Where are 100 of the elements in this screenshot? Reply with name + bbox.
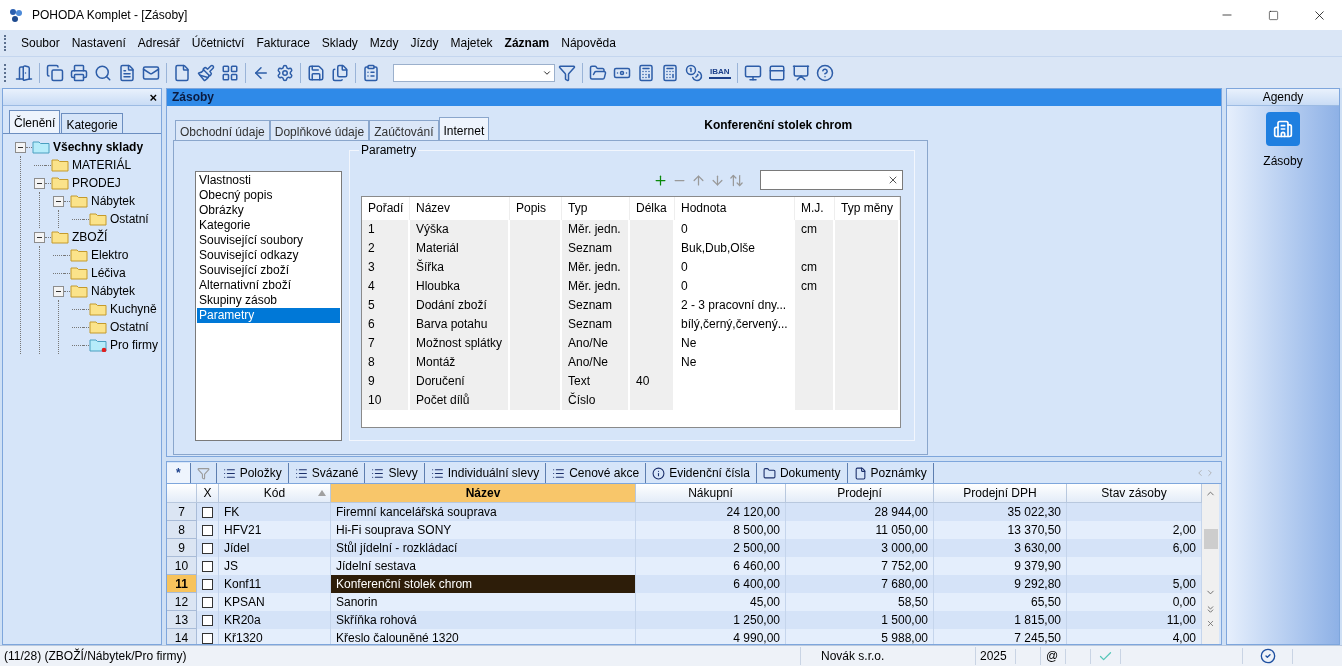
brush-icon[interactable] xyxy=(197,63,215,82)
add-icon[interactable] xyxy=(653,172,668,188)
agenda-label[interactable]: Zásoby xyxy=(1263,152,1303,170)
section-item[interactable]: Kategorie xyxy=(197,218,340,233)
calculator-icon[interactable] xyxy=(661,63,679,82)
detail-tab[interactable]: Obchodní údaje xyxy=(175,120,270,140)
tree-item[interactable]: Nábytek xyxy=(91,192,136,210)
row-number[interactable]: 11 xyxy=(167,575,197,593)
panel-tab[interactable]: Kategorie xyxy=(61,113,123,133)
menu-item[interactable]: Sklady xyxy=(315,34,364,52)
section-item[interactable]: Související soubory xyxy=(197,233,340,248)
gear-icon[interactable] xyxy=(276,63,294,82)
screen-icon[interactable] xyxy=(791,63,810,82)
row-number[interactable]: 13 xyxy=(167,611,197,629)
section-item[interactable]: Vlastnosti xyxy=(197,173,340,188)
grid-tab[interactable]: * xyxy=(167,463,191,483)
section-item[interactable]: Skupiny zásob xyxy=(197,293,340,308)
tree-item[interactable]: Elektro xyxy=(91,246,129,264)
menu-item[interactable]: Nápověda xyxy=(555,34,622,52)
menu-item[interactable]: Majetek xyxy=(444,34,499,52)
save-icon[interactable] xyxy=(307,63,325,82)
row-checkbox[interactable] xyxy=(202,506,213,518)
scroll-end-icon[interactable] xyxy=(1205,604,1216,615)
panel-close-button[interactable]: × xyxy=(149,90,157,104)
row-checkbox[interactable] xyxy=(202,614,213,626)
menu-item[interactable]: Mzdy xyxy=(363,34,405,52)
row-number[interactable]: 10 xyxy=(167,557,197,575)
expand-toggle[interactable] xyxy=(34,231,45,243)
tree-item[interactable]: Ostatní xyxy=(110,318,149,336)
expand-toggle[interactable] xyxy=(53,285,64,297)
filter-field[interactable] xyxy=(760,170,903,190)
row-checkbox[interactable] xyxy=(202,524,213,536)
tree-item[interactable]: Všechny sklady xyxy=(53,138,144,156)
section-item[interactable]: Související odkazy xyxy=(197,248,340,263)
row-number[interactable]: 12 xyxy=(167,593,197,611)
section-item[interactable]: Obrázky xyxy=(197,203,340,218)
filter-icon[interactable] xyxy=(558,63,576,82)
clipboard-icon[interactable] xyxy=(362,63,380,82)
pages-icon[interactable] xyxy=(331,63,349,82)
menu-item[interactable]: Jízdy xyxy=(404,34,445,52)
tree-item[interactable]: Nábytek xyxy=(91,282,136,300)
window-icon[interactable] xyxy=(767,63,786,82)
help-icon[interactable] xyxy=(815,63,834,82)
tree-item[interactable]: Ostatní xyxy=(110,210,149,228)
check-circle-icon[interactable] xyxy=(1259,648,1276,664)
expand-toggle[interactable] xyxy=(34,177,45,189)
column-header[interactable]: Nákupní xyxy=(636,484,786,503)
column-header[interactable]: Stav zásoby xyxy=(1067,484,1202,503)
column-header[interactable]: Prodejní DPH xyxy=(934,484,1067,503)
row-checkbox[interactable] xyxy=(202,542,213,554)
menu-item[interactable]: Adresář xyxy=(131,34,186,52)
expand-toggle[interactable] xyxy=(15,141,26,153)
folder-icon[interactable] xyxy=(589,63,607,82)
door-icon[interactable] xyxy=(15,63,33,82)
detail-tab[interactable]: Doplňkové údaje xyxy=(269,120,370,140)
calculator-icon[interactable] xyxy=(637,63,655,82)
row-number[interactable]: 9 xyxy=(167,539,197,557)
tree-item[interactable]: PRODEJ xyxy=(72,174,121,192)
monitor-icon[interactable] xyxy=(743,63,762,82)
tree-item[interactable]: MATERIÁL xyxy=(72,156,132,174)
section-item[interactable]: Obecný popis xyxy=(197,188,340,203)
clear-icon[interactable] xyxy=(887,174,899,186)
row-number[interactable]: 7 xyxy=(167,503,197,521)
row-number[interactable]: 8 xyxy=(167,521,197,539)
new-page-icon[interactable] xyxy=(173,63,191,82)
column-header[interactable]: Název xyxy=(331,484,636,503)
expand-toggle[interactable] xyxy=(53,195,64,207)
panel-tab[interactable]: Členění xyxy=(9,110,61,133)
tree-item[interactable]: Kuchyně xyxy=(110,300,157,318)
row-checkbox[interactable] xyxy=(202,560,213,572)
scrollbar[interactable] xyxy=(1202,484,1219,644)
coins-icon[interactable] xyxy=(685,63,703,82)
row-checkbox[interactable] xyxy=(202,632,213,644)
tree-item[interactable]: Pro firmy xyxy=(110,336,158,354)
grid-icon[interactable] xyxy=(221,63,239,82)
column-header[interactable]: Prodejní xyxy=(786,484,934,503)
tree-item[interactable]: ZBOŽÍ xyxy=(72,228,108,246)
section-item[interactable]: Parametry xyxy=(197,308,340,323)
row-checkbox[interactable] xyxy=(202,578,213,590)
mail-icon[interactable] xyxy=(142,63,160,82)
document-icon[interactable] xyxy=(118,63,136,82)
building-icon[interactable] xyxy=(1266,112,1300,146)
column-header[interactable]: X xyxy=(197,484,219,503)
menu-item[interactable]: Záznam xyxy=(498,34,556,52)
column-header[interactable]: Kód xyxy=(219,484,331,503)
section-item[interactable]: Související zboží xyxy=(197,263,340,278)
detail-tab[interactable]: Zaúčtování xyxy=(369,120,439,140)
printer-icon[interactable] xyxy=(70,63,88,82)
preview-icon[interactable] xyxy=(94,63,112,82)
collapse-icon[interactable] xyxy=(1206,619,1215,628)
detail-tab[interactable]: Internet xyxy=(438,117,490,140)
row-checkbox[interactable] xyxy=(202,596,213,608)
tree-item[interactable]: Léčiva xyxy=(91,264,126,282)
copy-icon[interactable] xyxy=(46,63,64,82)
menu-item[interactable]: Soubor xyxy=(15,34,66,52)
section-item[interactable]: Alternativní zboží xyxy=(197,278,340,293)
menu-item[interactable]: Fakturace xyxy=(250,34,316,52)
row-number[interactable]: 14 xyxy=(167,629,197,644)
scroll-thumb[interactable] xyxy=(1203,529,1218,549)
menu-item[interactable]: Nastavení xyxy=(65,34,132,52)
